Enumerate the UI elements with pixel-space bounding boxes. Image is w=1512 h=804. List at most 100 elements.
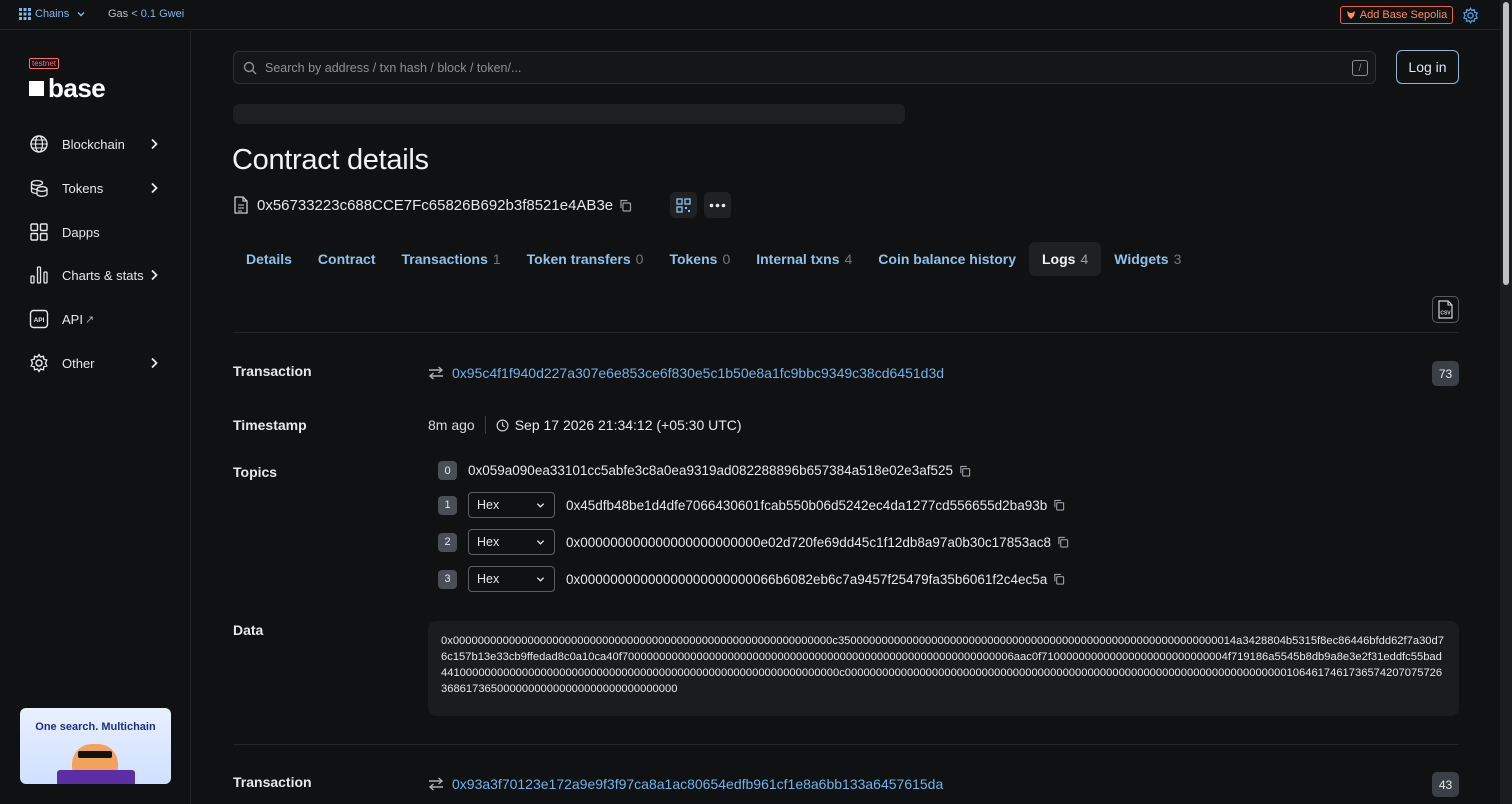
chains-menu[interactable]: Chains	[19, 8, 86, 20]
base-logo[interactable]: base	[29, 73, 106, 104]
more-horizontal-icon	[709, 203, 726, 207]
copy-icon[interactable]	[619, 199, 632, 212]
tab-label: Internal txns	[756, 251, 840, 267]
qr-code-icon	[676, 197, 691, 213]
sidebar-item-other[interactable]: Other	[29, 351, 169, 375]
promo-banner[interactable]: One search. Multichain	[20, 708, 171, 784]
tab-label: Widgets	[1114, 251, 1169, 267]
copy-icon[interactable]	[1053, 573, 1065, 585]
gas-value: < 0.1 Gwei	[131, 8, 185, 20]
scrollbar-thumb[interactable]	[1503, 2, 1509, 285]
mascot-glasses	[78, 751, 112, 758]
select-value: Hex	[477, 498, 500, 512]
grid-icon	[30, 223, 48, 241]
chevron-down-icon	[536, 577, 545, 582]
divider	[233, 744, 1459, 745]
settings-gear-icon[interactable]	[1462, 7, 1479, 24]
sidebar-item-label: Dapps	[62, 224, 100, 240]
tab-label: Coin balance history	[878, 251, 1016, 267]
tab-contract[interactable]: Contract	[305, 242, 389, 276]
timestamp-full: Sep 17 2026 21:34:12 (+05:30 UTC)	[514, 417, 742, 433]
chevron-down-icon	[536, 540, 545, 545]
sidebar-item-tokens[interactable]: Tokens	[29, 176, 169, 200]
log-index-badge: 73	[1432, 361, 1459, 386]
sidebar-item-charts[interactable]: Charts & stats	[29, 263, 169, 287]
topic-row: 0 0x059a090ea33101cc5abfe3c8a0ea9319ad08…	[438, 461, 971, 480]
apps-grid-icon	[19, 8, 31, 20]
transaction-hash[interactable]: 0x93a3f70123e172a9e9f3f97ca8a1ac80654edf…	[452, 776, 943, 792]
svg-text:API: API	[34, 317, 45, 324]
copy-icon[interactable]	[1053, 499, 1065, 511]
tab-count: 0	[635, 251, 644, 267]
sidebar-item-label: Blockchain	[62, 136, 125, 152]
timestamp-ago: 8m ago	[428, 417, 475, 433]
sidebar-item-label: API	[62, 311, 83, 327]
topic-index: 3	[438, 569, 457, 589]
external-link-icon: ↗	[84, 313, 95, 326]
tab-label: Logs	[1041, 251, 1076, 267]
chart-icon	[30, 266, 48, 284]
qr-code-button[interactable]	[670, 192, 697, 218]
chevron-down-icon	[536, 503, 545, 508]
copy-icon[interactable]	[1057, 536, 1069, 548]
copy-icon[interactable]	[959, 465, 971, 477]
tab-count: 0	[722, 251, 731, 267]
chevron-right-icon	[151, 182, 158, 194]
log-index-badge: 43	[1432, 772, 1459, 797]
top-bar: Chains Gas < 0.1 Gwei Add Base Sepolia	[0, 0, 1500, 30]
sidebar-item-blockchain[interactable]: Blockchain	[29, 132, 169, 156]
topic-value: 0x00000000000000000000000066b6082eb6c7a9…	[566, 571, 1048, 587]
tab-count: 4	[844, 251, 853, 267]
svg-text:CSV: CSV	[1440, 311, 1451, 317]
topic-row: 1 Hex 0x45dfb48be1d4dfe7066430601fcab550…	[438, 492, 1065, 518]
tokens-icon	[30, 179, 48, 197]
data-label: Data	[233, 622, 264, 638]
topic-index: 0	[438, 461, 457, 480]
api-icon: API	[29, 309, 49, 329]
search-icon	[243, 61, 257, 75]
transaction-link[interactable]: 0x95c4f1f940d227a307e6e853ce6f830e5c1b50…	[428, 365, 944, 381]
search-placeholder: Search by address / txn hash / block / t…	[265, 61, 522, 75]
globe-icon	[30, 135, 48, 153]
tab-coin-balance-history[interactable]: Coin balance history	[865, 242, 1029, 276]
tab-details[interactable]: Details	[233, 242, 305, 276]
topic-format-select[interactable]: Hex	[468, 492, 555, 518]
gas-price[interactable]: Gas < 0.1 Gwei	[108, 8, 184, 20]
select-value: Hex	[477, 535, 500, 549]
tab-internal-txns[interactable]: Internal txns 4	[743, 242, 865, 276]
tab-label: Tokens	[669, 251, 718, 267]
log-data-box: 0x00000000000000000000000000000000000000…	[428, 621, 1459, 716]
login-button[interactable]: Log in	[1396, 50, 1459, 84]
tab-label: Token transfers	[526, 251, 631, 267]
search-shortcut-key: /	[1352, 60, 1368, 76]
transaction-hash[interactable]: 0x95c4f1f940d227a307e6e853ce6f830e5c1b50…	[452, 365, 944, 381]
tab-tokens[interactable]: Tokens 0	[656, 242, 743, 276]
tab-count: 1	[492, 251, 501, 267]
topics-label: Topics	[233, 464, 278, 480]
topic-format-select[interactable]: Hex	[468, 566, 555, 592]
transfer-arrows-icon	[428, 366, 444, 380]
page-scrollbar[interactable]	[1500, 0, 1512, 804]
add-network-button[interactable]: Add Base Sepolia	[1340, 6, 1453, 24]
transaction-link[interactable]: 0x93a3f70123e172a9e9f3f97ca8a1ac80654edf…	[428, 776, 943, 792]
chevron-right-icon	[151, 138, 158, 150]
sidebar-item-api[interactable]: API API ↗	[29, 307, 169, 331]
sidebar-item-dapps[interactable]: Dapps	[29, 220, 169, 244]
transaction-label: Transaction	[233, 363, 312, 379]
tab-widgets[interactable]: Widgets 3	[1101, 242, 1194, 276]
sidebar-item-label: Tokens	[62, 180, 104, 196]
topic-format-select[interactable]: Hex	[468, 529, 555, 555]
sidebar: testnet base Blockchain Tokens Dapps Cha…	[0, 31, 191, 804]
csv-export-button[interactable]: CSV	[1432, 296, 1459, 323]
more-actions-button[interactable]	[704, 192, 731, 218]
tab-transactions[interactable]: Transactions 1	[388, 242, 513, 276]
logo-text: base	[48, 73, 106, 103]
tab-token-transfers[interactable]: Token transfers 0	[514, 242, 657, 276]
address-row: 0x56733223c688CCE7Fc65826B692b3f8521e4AB…	[233, 193, 632, 217]
transfer-arrows-icon	[428, 777, 444, 791]
tab-label: Contract	[317, 251, 376, 267]
tab-label: Details	[246, 251, 292, 267]
tab-logs[interactable]: Logs 4	[1028, 242, 1102, 276]
search-bar[interactable]: Search by address / txn hash / block / t…	[233, 51, 1376, 84]
topic-value: 0x000000000000000000000000e02d720fe69dd4…	[566, 534, 1051, 550]
